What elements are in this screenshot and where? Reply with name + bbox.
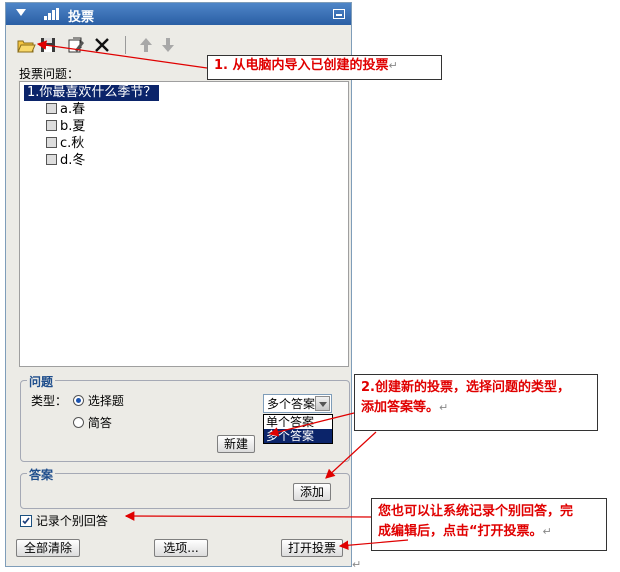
- toolbar: [16, 35, 196, 57]
- minimize-icon[interactable]: [333, 9, 345, 19]
- vote-panel: 投票 投票问题： 1.你最喜欢什么季节？ a.春 b.夏 c.秋 d.冬 问题: [5, 2, 352, 567]
- type-label: 类型：: [31, 394, 68, 408]
- panel-titlebar[interactable]: 投票: [6, 3, 351, 25]
- answer-type-dropdown[interactable]: 多个答案: [263, 394, 332, 413]
- option-checkbox[interactable]: [46, 154, 57, 165]
- options-button[interactable]: 选项...: [154, 539, 208, 557]
- panel-title: 投票: [68, 10, 95, 25]
- answer-option[interactable]: b.夏: [46, 119, 85, 135]
- radio-short-answer[interactable]: 简答: [73, 414, 112, 431]
- dropdown-list[interactable]: 单个答案 多个答案: [263, 414, 333, 444]
- answer-group: 答案 添加: [20, 466, 350, 509]
- open-folder-icon[interactable]: [16, 35, 36, 55]
- new-button[interactable]: 新建: [217, 435, 255, 453]
- option-checkbox[interactable]: [46, 137, 57, 148]
- answer-group-label: 答案: [27, 466, 56, 483]
- question-item[interactable]: 1.你最喜欢什么季节？: [24, 85, 160, 101]
- radio-choice[interactable]: 选择题: [73, 392, 124, 409]
- dropdown-arrow-icon[interactable]: [315, 396, 330, 411]
- collapse-triangle-icon[interactable]: [16, 9, 26, 16]
- annotation-import: 1. 从电脑内导入已创建的投票↵: [207, 55, 442, 80]
- move-down-icon[interactable]: [158, 35, 178, 55]
- add-answer-button[interactable]: 添加: [293, 483, 331, 501]
- answer-option[interactable]: a.春: [46, 102, 85, 118]
- question-label: 投票问题：: [19, 67, 80, 81]
- move-up-icon[interactable]: [136, 35, 156, 55]
- dropdown-value: 多个答案: [267, 397, 316, 411]
- dropdown-option-single[interactable]: 单个答案: [264, 415, 332, 429]
- dropdown-option-multiple[interactable]: 多个答案: [264, 429, 332, 443]
- delete-icon[interactable]: [92, 35, 112, 55]
- save-icon[interactable]: [38, 35, 58, 55]
- edit-vote-icon[interactable]: [66, 35, 86, 55]
- answer-option[interactable]: d.冬: [46, 153, 85, 169]
- record-responses-checkbox[interactable]: 记录个别回答: [20, 512, 108, 529]
- clear-all-button[interactable]: 全部清除: [16, 539, 80, 557]
- option-checkbox[interactable]: [46, 103, 57, 114]
- toolbar-separator: [125, 36, 126, 54]
- checkbox-icon[interactable]: [20, 515, 32, 527]
- answer-option[interactable]: c.秋: [46, 136, 84, 152]
- poll-bars-icon: [44, 8, 60, 20]
- annotation-record: 您也可以让系统记录个别回答，完 成编辑后，点击“打开投票。↵: [371, 498, 607, 551]
- paragraph-mark: ↵: [352, 558, 362, 571]
- radio-choice-icon[interactable]: [73, 395, 84, 406]
- question-list[interactable]: 1.你最喜欢什么季节？ a.春 b.夏 c.秋 d.冬: [19, 81, 349, 367]
- question-group-label: 问题: [27, 373, 56, 390]
- open-vote-button[interactable]: 打开投票: [281, 539, 343, 557]
- option-checkbox[interactable]: [46, 120, 57, 131]
- annotation-create: 2.创建新的投票，选择问题的类型， 添加答案等。↵: [354, 374, 598, 431]
- radio-short-icon[interactable]: [73, 417, 84, 428]
